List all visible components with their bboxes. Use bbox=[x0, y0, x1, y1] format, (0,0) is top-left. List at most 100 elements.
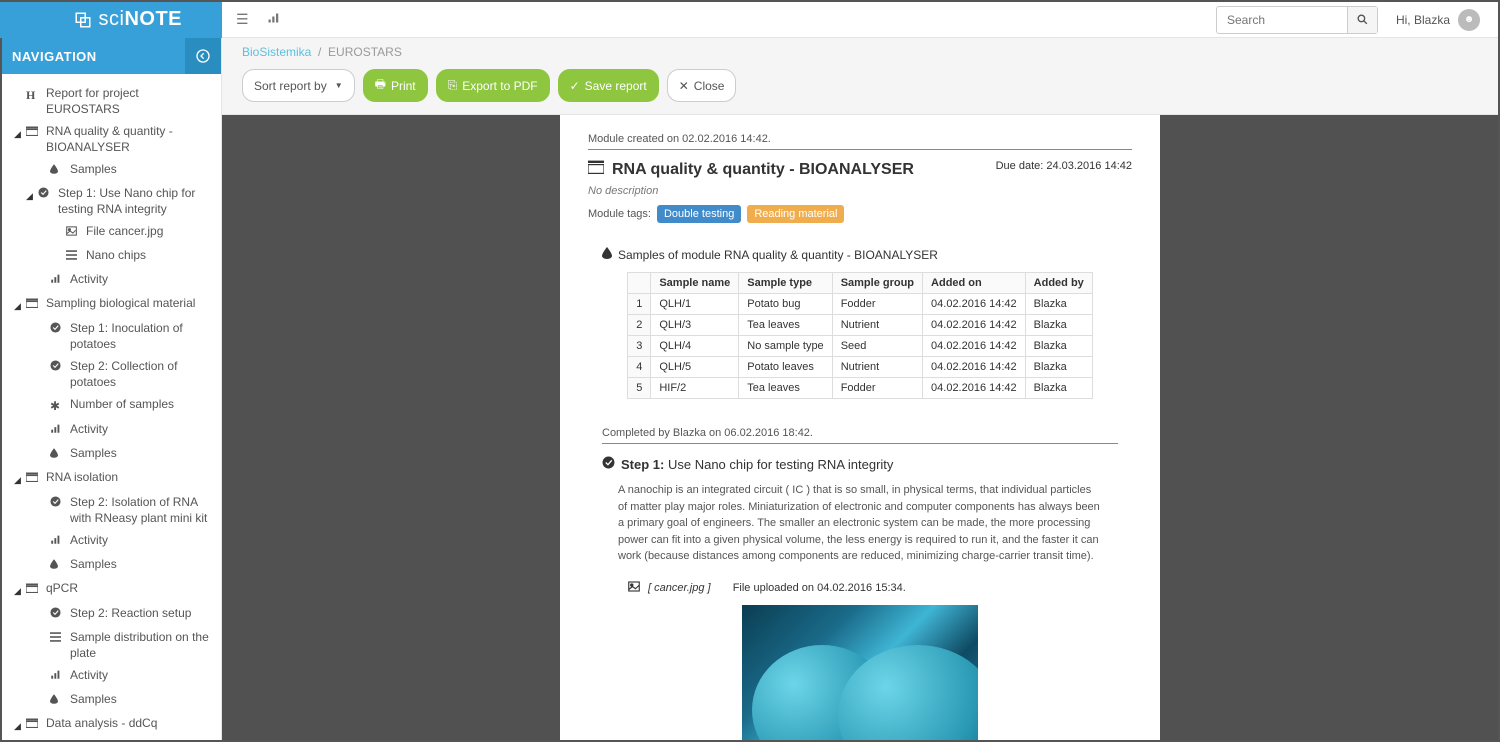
module-description: No description bbox=[588, 185, 1132, 197]
tree-item-10[interactable]: ✱Number of samples bbox=[8, 393, 215, 418]
tree-item-14[interactable]: Step 2: Isolation of RNA with RNeasy pla… bbox=[8, 491, 215, 529]
close-icon: ✕ bbox=[679, 79, 689, 93]
tree-item-15[interactable]: Activity bbox=[8, 529, 215, 553]
table-cell: 04.02.2016 14:42 bbox=[923, 378, 1026, 399]
module-icon bbox=[588, 160, 604, 179]
tree-item-label: Step 1: Use Nano chip for testing RNA in… bbox=[58, 185, 215, 217]
tree-item-icon bbox=[50, 423, 64, 439]
tree-item-icon bbox=[26, 125, 40, 141]
table-cell: Fodder bbox=[832, 378, 922, 399]
export-pdf-button[interactable]: ⎘Export to PDF bbox=[436, 69, 550, 102]
tree-item-label: qPCR bbox=[46, 580, 215, 596]
tree-item-label: Activity bbox=[70, 667, 215, 683]
tree-item-18[interactable]: Step 2: Reaction setup bbox=[8, 602, 215, 626]
topbar: sciNOTE ☰ Hi, Blazka ☻ bbox=[2, 2, 1498, 38]
file-attachment: [ cancer.jpg ] File uploaded on 04.02.20… bbox=[628, 581, 1092, 595]
tree-item-21[interactable]: Samples bbox=[8, 688, 215, 712]
tree-item-icon bbox=[66, 249, 80, 265]
avatar: ☻ bbox=[1458, 9, 1480, 31]
tree-item-label: RNA quality & quantity - BIOANALYSER bbox=[46, 123, 215, 155]
tree-item-16[interactable]: Samples bbox=[8, 553, 215, 577]
tree-item-label: Samples bbox=[70, 691, 215, 707]
tree-item-0[interactable]: HReport for project EUROSTARS bbox=[8, 82, 215, 120]
table-cell: Blazka bbox=[1025, 336, 1092, 357]
table-row: 5HIF/2Tea leavesFodder04.02.2016 14:42Bl… bbox=[628, 378, 1093, 399]
tree-item-22[interactable]: ◢Data analysis - ddCq bbox=[8, 712, 215, 737]
tree-item-5[interactable]: Nano chips bbox=[8, 244, 215, 268]
tree-item-icon bbox=[26, 582, 40, 598]
table-cell: 04.02.2016 14:42 bbox=[923, 357, 1026, 378]
menu-icon[interactable]: ☰ bbox=[236, 11, 249, 28]
tree-item-8[interactable]: Step 1: Inoculation of potatoes bbox=[8, 317, 215, 355]
table-cell: Seed bbox=[832, 336, 922, 357]
check-icon: ✓ bbox=[570, 79, 580, 93]
tree-item-icon bbox=[50, 607, 64, 623]
tree-item-label: Activity bbox=[70, 421, 215, 437]
protocols-icon[interactable] bbox=[267, 11, 279, 28]
toolbar: BioSistemika / EUROSTARS Sort report by▼… bbox=[222, 38, 1498, 115]
tree-item-2[interactable]: Samples bbox=[8, 158, 215, 182]
search-button[interactable] bbox=[1347, 7, 1377, 33]
search-box bbox=[1216, 6, 1378, 34]
tree-item-label: RNA isolation bbox=[46, 469, 215, 485]
tree-item-icon bbox=[26, 297, 40, 313]
tree-item-1[interactable]: ◢RNA quality & quantity - BIOANALYSER bbox=[8, 120, 215, 158]
table-row: 1QLH/1Potato bugFodder04.02.2016 14:42Bl… bbox=[628, 294, 1093, 315]
save-report-button[interactable]: ✓Save report bbox=[558, 69, 659, 102]
collapse-icon[interactable] bbox=[185, 38, 221, 74]
table-cell: Blazka bbox=[1025, 378, 1092, 399]
close-button[interactable]: ✕Close bbox=[667, 69, 737, 102]
table-cell: Blazka bbox=[1025, 294, 1092, 315]
table-row: 4QLH/5Potato leavesNutrient04.02.2016 14… bbox=[628, 357, 1093, 378]
samples-section-title: Samples of module RNA quality & quantity… bbox=[602, 247, 1132, 262]
tree-item-label: Report for project EUROSTARS bbox=[46, 85, 215, 117]
table-cell: Nutrient bbox=[832, 315, 922, 336]
table-header: Sample name bbox=[651, 273, 739, 294]
tree-item-icon bbox=[38, 187, 52, 203]
tree-item-23[interactable]: Step 1: Template for ddCq analysis bbox=[8, 737, 215, 740]
table-cell: Tea leaves bbox=[739, 378, 832, 399]
tree-item-7[interactable]: ◢Sampling biological material bbox=[8, 292, 215, 317]
tree-item-6[interactable]: Activity bbox=[8, 268, 215, 292]
table-header: Sample group bbox=[832, 273, 922, 294]
tree-item-19[interactable]: Sample distribution on the plate bbox=[8, 626, 215, 664]
table-cell: Blazka bbox=[1025, 357, 1092, 378]
table-cell: 5 bbox=[628, 378, 651, 399]
nav-header-label: NAVIGATION bbox=[12, 49, 97, 64]
sidebar: NAVIGATION HReport for project EUROSTARS… bbox=[2, 38, 222, 740]
tree-item-4[interactable]: File cancer.jpg bbox=[8, 220, 215, 244]
tree-item-icon bbox=[66, 225, 80, 241]
tree-item-12[interactable]: Samples bbox=[8, 442, 215, 466]
table-cell: Potato bug bbox=[739, 294, 832, 315]
table-cell: Nutrient bbox=[832, 357, 922, 378]
print-button[interactable]: 🖶Print bbox=[363, 69, 428, 102]
tree-item-17[interactable]: ◢qPCR bbox=[8, 577, 215, 602]
search-input[interactable] bbox=[1217, 13, 1347, 27]
sort-button[interactable]: Sort report by▼ bbox=[242, 69, 355, 102]
module-title: RNA quality & quantity - BIOANALYSER bbox=[588, 160, 914, 179]
tree-item-icon bbox=[50, 558, 64, 574]
tree-item-icon bbox=[50, 693, 64, 709]
tree-item-9[interactable]: Step 2: Collection of potatoes bbox=[8, 355, 215, 393]
table-cell: QLH/5 bbox=[651, 357, 739, 378]
table-cell: Blazka bbox=[1025, 315, 1092, 336]
breadcrumb-project: EUROSTARS bbox=[328, 45, 402, 59]
tag-double-testing: Double testing bbox=[657, 205, 741, 223]
tree-item-icon bbox=[50, 631, 64, 647]
breadcrumb-org[interactable]: BioSistemika bbox=[242, 45, 311, 59]
tree-item-20[interactable]: Activity bbox=[8, 664, 215, 688]
user-greeting[interactable]: Hi, Blazka ☻ bbox=[1396, 9, 1480, 31]
tree-item-13[interactable]: ◢RNA isolation bbox=[8, 466, 215, 491]
tree-item-3[interactable]: ◢Step 1: Use Nano chip for testing RNA i… bbox=[8, 182, 215, 220]
nav-tree: HReport for project EUROSTARS◢RNA qualit… bbox=[2, 74, 221, 740]
table-cell: 3 bbox=[628, 336, 651, 357]
step-icon bbox=[602, 456, 615, 472]
logo[interactable]: sciNOTE bbox=[0, 2, 222, 38]
image-icon bbox=[628, 581, 640, 595]
table-cell: Potato leaves bbox=[739, 357, 832, 378]
tree-item-label: File cancer.jpg bbox=[86, 223, 215, 239]
tree-item-11[interactable]: Activity bbox=[8, 418, 215, 442]
table-cell: 04.02.2016 14:42 bbox=[923, 336, 1026, 357]
tree-item-icon bbox=[26, 717, 40, 733]
tree-item-label: Samples bbox=[70, 556, 215, 572]
